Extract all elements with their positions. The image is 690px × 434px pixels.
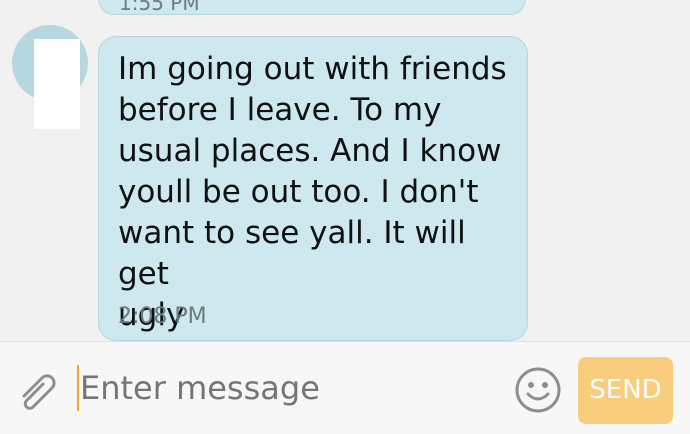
previous-message-timestamp: 1:55 PM bbox=[119, 0, 200, 15]
message-input[interactable] bbox=[76, 364, 496, 412]
message-timestamp: 2:08 PM bbox=[118, 304, 207, 329]
previous-message-bubble[interactable]: 1:55 PM bbox=[98, 0, 526, 15]
avatar[interactable] bbox=[12, 25, 88, 129]
message-thread: 1:55 PM Im going out with friends before… bbox=[0, 0, 690, 341]
avatar-redaction bbox=[34, 39, 80, 129]
message-text: Im going out with friends before I leave… bbox=[118, 51, 507, 333]
smiley-icon[interactable] bbox=[514, 366, 562, 414]
message-bubble[interactable]: Im going out with friends before I leave… bbox=[98, 36, 528, 341]
message-composer: SEND bbox=[0, 341, 690, 434]
send-button[interactable]: SEND bbox=[578, 357, 673, 424]
paperclip-icon[interactable] bbox=[14, 364, 62, 412]
